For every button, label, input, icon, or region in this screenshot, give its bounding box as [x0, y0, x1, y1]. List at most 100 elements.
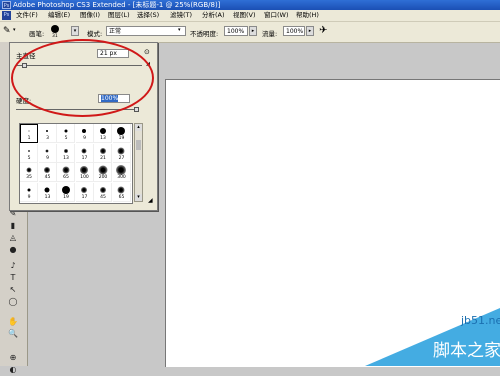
- brush-preset-14[interactable]: 65: [57, 163, 75, 182]
- brush-preset-16[interactable]: 200: [94, 163, 112, 182]
- brush-preset-11[interactable]: 27: [112, 143, 131, 163]
- menu-layer[interactable]: 图层(L): [108, 10, 130, 21]
- scroll-thumb[interactable]: [136, 140, 141, 150]
- brush-tip-icon: [80, 166, 88, 174]
- brush-preset-size: 45: [100, 194, 106, 200]
- hardness-slider-thumb[interactable]: [134, 107, 139, 112]
- brush-preset-size: 21: [100, 155, 106, 161]
- pen-icon[interactable]: ♪: [6, 260, 20, 272]
- brush-preset-4[interactable]: 13: [94, 124, 112, 143]
- flow-input[interactable]: 100%: [283, 26, 305, 36]
- mode-label: 模式:: [87, 30, 103, 38]
- brush-preset-21[interactable]: 17: [75, 182, 94, 202]
- flow-slider-button[interactable]: ▸: [306, 26, 314, 36]
- brush-label: 画笔:: [29, 30, 45, 38]
- brush-preset-22[interactable]: 45: [94, 182, 112, 202]
- resize-handle-icon[interactable]: ◢: [146, 61, 150, 67]
- burn-icon[interactable]: ●: [6, 244, 20, 256]
- brush-tip-icon: [27, 149, 30, 152]
- zoom-icon[interactable]: 🔍: [6, 328, 20, 340]
- title-bar: Ps Adobe Photoshop CS3 Extended - [未标题-1…: [0, 0, 500, 10]
- brush-picker-dropdown[interactable]: ▾: [71, 26, 79, 36]
- hardness-value-highlight: 100%: [101, 95, 119, 102]
- brush-tip-icon: [81, 186, 87, 193]
- brush-preset-5[interactable]: 19: [112, 124, 131, 143]
- brush-preset-size: 45: [44, 175, 51, 180]
- shape-icon[interactable]: ◯: [6, 296, 20, 308]
- gradient-icon[interactable]: ◬: [6, 232, 20, 244]
- brush-preset-7[interactable]: 9: [38, 143, 57, 163]
- brush-preset-size: 65: [118, 194, 125, 200]
- brush-preset-10[interactable]: 21: [94, 143, 112, 163]
- watermark-site: jb51.net: [460, 314, 500, 327]
- watermark-logo: jb51.net 脚本之家: [365, 308, 500, 366]
- scroll-up-icon[interactable]: ▴: [135, 124, 142, 131]
- brush-preset-15[interactable]: 100: [75, 163, 94, 182]
- airbrush-icon[interactable]: ✈: [319, 25, 327, 36]
- menu-select[interactable]: 选择(S): [137, 10, 159, 21]
- menu-view[interactable]: 视图(V): [233, 10, 256, 21]
- brush-preset-size: 9: [83, 136, 86, 141]
- tool-preset-dropdown-icon[interactable]: ▾: [13, 27, 16, 33]
- brush-preset-20[interactable]: 19: [57, 182, 75, 202]
- opacity-input[interactable]: 100%: [224, 26, 248, 36]
- hardness-slider[interactable]: [16, 109, 136, 110]
- 3d-rotate-icon[interactable]: ⊕: [6, 352, 20, 364]
- mode-chevron-down-icon[interactable]: ▾: [178, 27, 181, 33]
- brush-preset-12[interactable]: 35: [20, 163, 38, 182]
- brush-preset-13[interactable]: 45: [38, 163, 57, 182]
- menu-image[interactable]: 图像(I): [80, 10, 100, 21]
- master-diameter-input[interactable]: 21 px: [97, 49, 129, 58]
- opacity-slider-button[interactable]: ▸: [249, 26, 257, 36]
- panel-menu-arrow-icon[interactable]: ⊙: [144, 48, 150, 56]
- hand-icon[interactable]: ✋: [6, 316, 20, 328]
- hardness-input[interactable]: 100%: [98, 94, 130, 103]
- brush-preset-9[interactable]: 17: [75, 143, 94, 163]
- menu-filter[interactable]: 滤镜(T): [170, 10, 192, 21]
- menu-bar: Ps 文件(F) 编辑(E) 图像(I) 图层(L) 选择(S) 滤镜(T) 分…: [0, 10, 500, 22]
- brush-tip-icon: [99, 128, 106, 134]
- panel-resize-icon[interactable]: ◢: [148, 197, 153, 204]
- brush-preset-size: 19: [118, 136, 125, 141]
- brush-preset-0[interactable]: 1: [20, 124, 38, 143]
- presets-scrollbar[interactable]: ▴ ▾: [134, 123, 143, 202]
- menu-window[interactable]: 窗口(W): [264, 10, 289, 21]
- brush-tip-icon: [28, 130, 29, 132]
- brush-tip-icon: [117, 147, 125, 154]
- mode-select[interactable]: 正常: [106, 26, 186, 36]
- menu-file[interactable]: 文件(F): [16, 10, 38, 21]
- brush-preset-2[interactable]: 5: [57, 124, 75, 143]
- brush-preset-size: 13: [63, 155, 69, 161]
- brush-size-value: 31: [52, 34, 58, 39]
- eraser-icon[interactable]: ▮: [6, 220, 20, 232]
- brush-preset-6[interactable]: 5: [20, 143, 38, 163]
- menu-analysis[interactable]: 分析(A): [202, 10, 225, 21]
- brush-tip-icon: [99, 147, 106, 154]
- brush-preset-size: 13: [100, 136, 106, 141]
- brush-presets-grid: 1 3 5 9 13 19 5 9 13 17 21 27 35 45 65 100 200 300 9 13 19 17…: [19, 123, 133, 204]
- brush-preset-size: 17: [81, 194, 88, 200]
- photoshop-menu-icon[interactable]: Ps: [2, 11, 11, 20]
- type-icon[interactable]: T: [6, 272, 20, 284]
- brush-preset-19[interactable]: 13: [38, 182, 57, 202]
- master-diameter-slider-thumb[interactable]: [21, 63, 27, 68]
- menu-help[interactable]: 帮助(H): [296, 10, 319, 21]
- photoshop-app-icon: Ps: [2, 1, 11, 9]
- brush-preview-icon[interactable]: [51, 25, 59, 33]
- master-diameter-slider[interactable]: [16, 65, 142, 66]
- brush-preset-23[interactable]: 65: [112, 182, 131, 202]
- brush-tip-icon: [44, 167, 50, 173]
- brush-preset-8[interactable]: 13: [57, 143, 75, 163]
- brush-preset-size: 200: [98, 175, 108, 180]
- brush-preset-18[interactable]: 9: [20, 182, 38, 202]
- brush-tip-icon: [44, 187, 50, 192]
- brush-preset-17[interactable]: 300: [112, 163, 131, 182]
- path-selection-icon[interactable]: ↖: [6, 284, 20, 296]
- brush-preset-3[interactable]: 9: [75, 124, 94, 143]
- menu-edit[interactable]: 编辑(E): [48, 10, 70, 21]
- scroll-down-icon[interactable]: ▾: [135, 194, 142, 201]
- brush-tool-icon[interactable]: ✎: [3, 26, 11, 36]
- brush-preset-1[interactable]: 3: [38, 124, 57, 143]
- brush-tip-icon: [82, 129, 86, 133]
- brush-preset-size: 35: [26, 175, 32, 180]
